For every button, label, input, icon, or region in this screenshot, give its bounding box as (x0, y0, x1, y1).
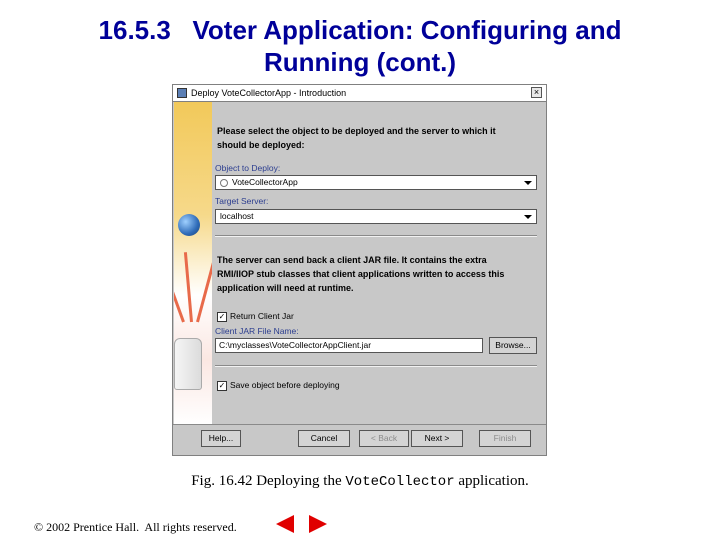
caption-suffix: application. (454, 473, 529, 489)
checkmark-icon: ✓ (217, 311, 227, 322)
next-arrow-icon[interactable] (309, 515, 327, 533)
return-client-jar-label: Return Client Jar (230, 311, 294, 321)
artwork-ray (196, 253, 212, 323)
save-object-label: Save object before deploying (230, 380, 340, 390)
wizard-content: Please select the object to be deployed … (213, 102, 544, 424)
dialog-title: Deploy VoteCollectorApp - Introduction (191, 88, 347, 98)
chevron-down-icon (524, 215, 532, 219)
target-server-select[interactable]: localhost (215, 209, 537, 224)
intro-text-line: Please select the object to be deployed … (217, 126, 496, 136)
back-button[interactable]: < Back (359, 430, 409, 447)
jar-description-line: application will need at runtime. (217, 283, 354, 293)
target-server-label: Target Server: (215, 196, 269, 206)
checkmark-icon: ✓ (217, 380, 227, 391)
object-to-deploy-select[interactable]: VoteCollectorApp (215, 175, 537, 190)
jar-description: The server can send back a client JAR fi… (217, 253, 504, 295)
object-to-deploy-label: Object to Deploy: (215, 163, 281, 173)
caption-code: VoteCollector (345, 474, 455, 490)
artwork-ray (183, 252, 193, 323)
figure-caption: Fig. 16.42 Deploying the VoteCollector a… (0, 473, 720, 490)
finish-button[interactable]: Finish (479, 430, 531, 447)
java-window-icon (177, 88, 187, 98)
help-button[interactable]: Help... (201, 430, 241, 447)
slide-title-line-2: Running (cont.) (263, 47, 457, 77)
divider (215, 365, 537, 367)
save-object-checkbox[interactable]: ✓ Save object before deploying (217, 380, 340, 391)
caption-prefix: Fig. 16.42 Deploying the (191, 473, 346, 489)
slide-title: 16.5.3 Voter Application: Configuring an… (0, 14, 720, 78)
previous-arrow-icon[interactable] (276, 515, 294, 533)
intro-text: Please select the object to be deployed … (217, 124, 496, 152)
return-client-jar-checkbox[interactable]: ✓ Return Client Jar (217, 311, 294, 322)
cancel-button[interactable]: Cancel (298, 430, 350, 447)
wizard-button-bar: Help... Cancel < Back Next > Finish (173, 424, 546, 456)
chevron-down-icon (524, 181, 532, 185)
target-server-value: localhost (220, 211, 254, 221)
dialog-titlebar: Deploy VoteCollectorApp - Introduction × (173, 85, 546, 102)
object-to-deploy-value: VoteCollectorApp (232, 177, 298, 187)
divider (215, 235, 537, 237)
component-icon (220, 178, 228, 187)
client-jar-file-name-label: Client JAR File Name: (215, 326, 299, 336)
deploy-dialog: Deploy VoteCollectorApp - Introduction ×… (172, 84, 547, 456)
globe-icon (178, 214, 200, 236)
jar-description-line: RMI/IIOP stub classes that client applic… (217, 269, 505, 279)
client-jar-file-name-input[interactable]: C:\myclasses\VoteCollectorAppClient.jar (215, 338, 483, 353)
next-button[interactable]: Next > (411, 430, 463, 447)
intro-text-line: should be deployed: (217, 140, 305, 150)
close-icon[interactable]: × (531, 87, 542, 98)
browse-button[interactable]: Browse... (489, 337, 537, 354)
wizard-side-artwork (174, 102, 212, 424)
slide-title-line-1: 16.5.3 Voter Application: Configuring an… (98, 15, 622, 45)
jar-icon (174, 338, 202, 390)
copyright-notice: © 2002 Prentice Hall. All rights reserve… (34, 520, 237, 534)
artwork-ray (174, 255, 185, 323)
jar-description-line: The server can send back a client JAR fi… (217, 255, 487, 265)
